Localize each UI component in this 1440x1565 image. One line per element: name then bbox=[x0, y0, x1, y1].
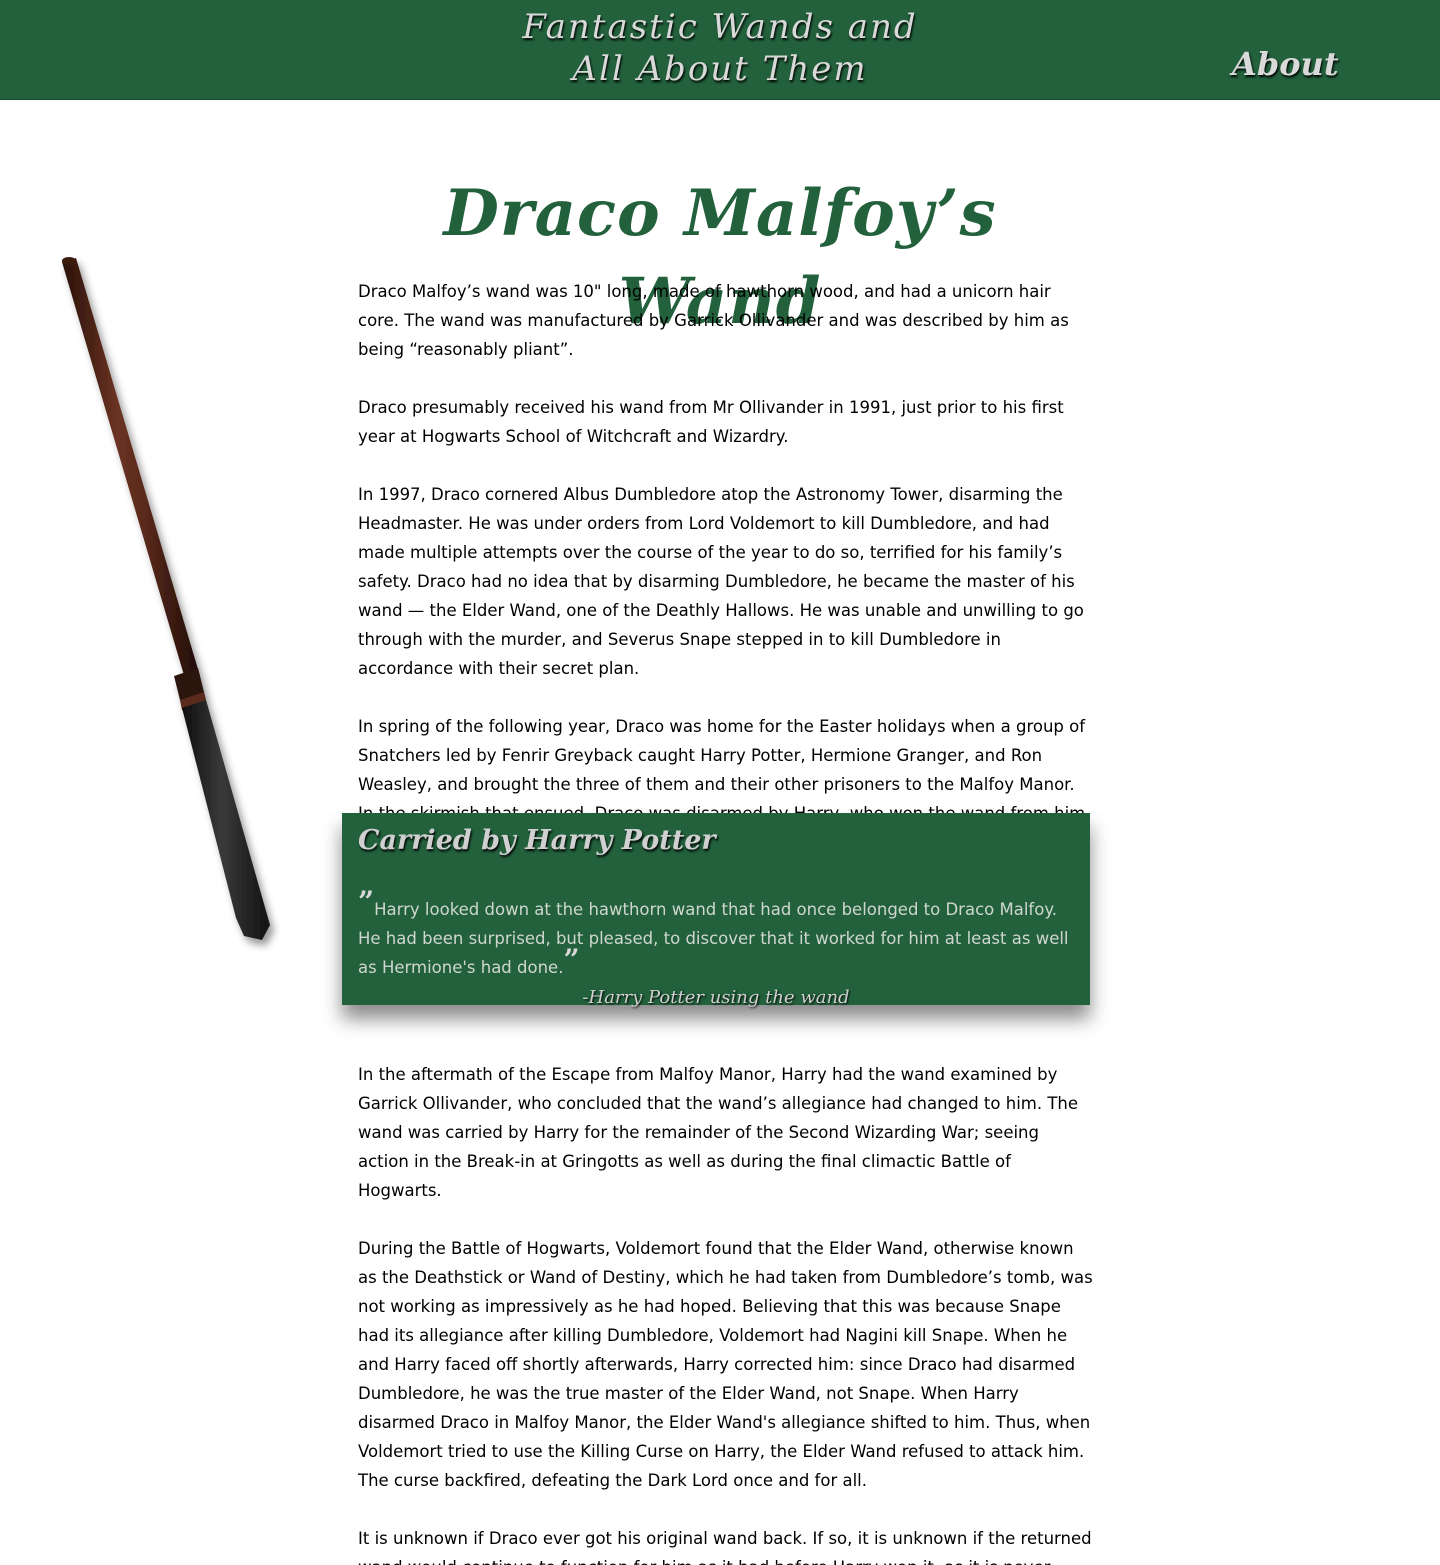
open-quote-icon: ” bbox=[358, 885, 375, 918]
site-title-line-2: All About Them bbox=[572, 49, 868, 89]
quote-heading: Carried by Harry Potter bbox=[358, 825, 716, 856]
article-body-top: Draco Malfoy’s wand was 10" long, made o… bbox=[358, 277, 1093, 886]
site-title-line-1: Fantastic Wands and bbox=[522, 7, 918, 47]
article-body-bottom: In the aftermath of the Escape from Malf… bbox=[358, 1060, 1093, 1565]
paragraph: Draco presumably received his wand from … bbox=[358, 398, 1064, 446]
quote-text: Harry looked down at the hawthorn wand t… bbox=[358, 900, 1069, 977]
about-link[interactable]: About bbox=[1232, 44, 1339, 84]
close-quote-icon: ” bbox=[563, 943, 580, 976]
quote-text-block: ”Harry looked down at the hawthorn wand … bbox=[358, 888, 1074, 982]
quote-box: Carried by Harry Potter ”Harry looked do… bbox=[342, 813, 1090, 1008]
paragraph: During the Battle of Hogwarts, Voldemort… bbox=[358, 1239, 1093, 1490]
paragraph: It is unknown if Draco ever got his orig… bbox=[358, 1529, 1092, 1565]
quote-attribution: -Harry Potter using the wand bbox=[582, 987, 850, 1008]
wand-image bbox=[62, 257, 270, 940]
site-title[interactable]: Fantastic Wands and All About Them bbox=[520, 6, 920, 90]
paragraph: In 1997, Draco cornered Albus Dumbledore… bbox=[358, 485, 1084, 678]
paragraph: In the aftermath of the Escape from Malf… bbox=[358, 1065, 1079, 1200]
paragraph: Draco Malfoy’s wand was 10" long, made o… bbox=[358, 282, 1069, 359]
